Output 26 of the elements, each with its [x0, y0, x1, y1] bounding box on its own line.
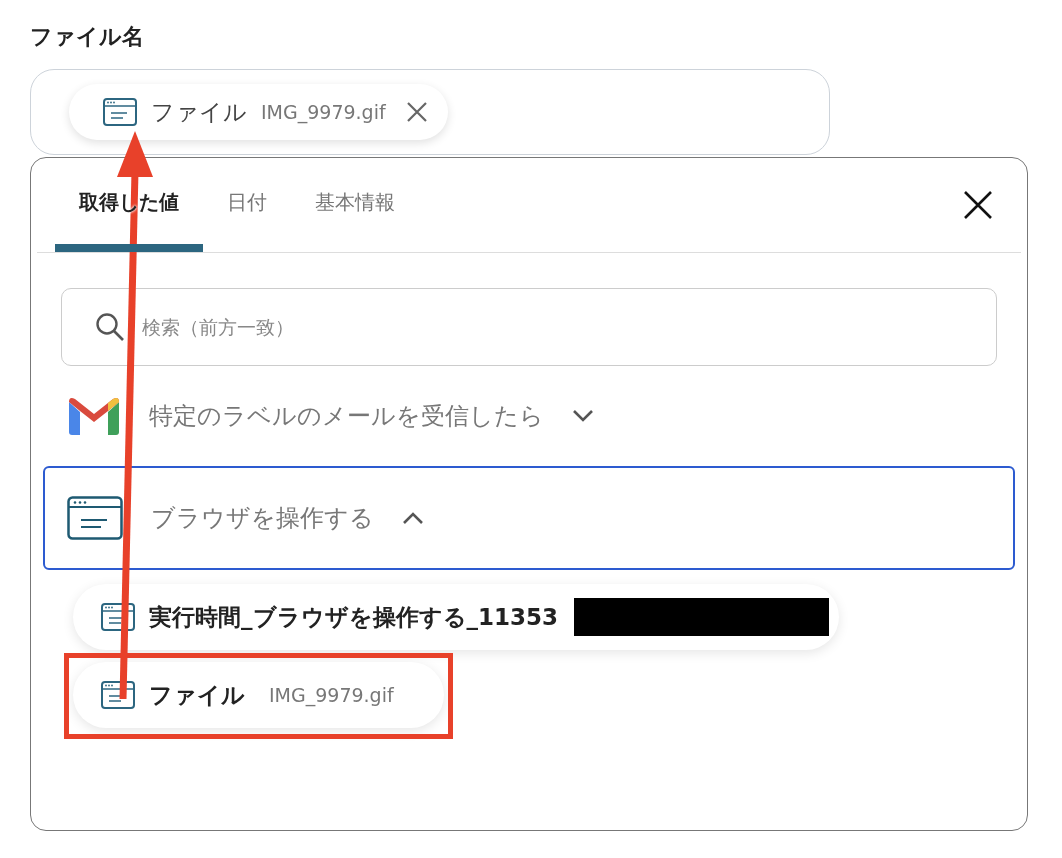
- browser-window-icon: [101, 603, 135, 631]
- search-field[interactable]: 検索（前方一致）: [61, 288, 997, 366]
- value-chip[interactable]: ファイル IMG_9979.gif: [69, 84, 448, 140]
- chip-value: IMG_9979.gif: [261, 101, 386, 123]
- group-title: 特定のラベルのメールを受信したら: [149, 401, 544, 432]
- chip-name: ファイル: [151, 97, 247, 127]
- group-title: ブラウザを操作する: [151, 503, 374, 534]
- envelope-m-icon: [67, 396, 121, 436]
- item-name: 実行時間_ブラウザを操作する_11353: [149, 602, 559, 632]
- value-list-item[interactable]: ファイル IMG_9979.gif: [73, 662, 444, 728]
- chevron-up-icon: [402, 511, 424, 525]
- close-icon[interactable]: [963, 190, 993, 220]
- file-name-field[interactable]: ファイル IMG_9979.gif: [30, 69, 830, 155]
- tab[interactable]: 日付: [203, 158, 291, 252]
- group-header[interactable]: 特定のラベルのメールを受信したら: [43, 366, 1015, 466]
- group-header[interactable]: ブラウザを操作する: [43, 466, 1015, 570]
- item-value: IMG_9979.gif: [269, 684, 394, 706]
- chevron-down-icon: [572, 409, 594, 423]
- browser-window-icon: [67, 496, 123, 540]
- browser-window-icon: [101, 681, 135, 709]
- tab[interactable]: 基本情報: [291, 158, 419, 252]
- field-label: ファイル名: [30, 23, 145, 51]
- browser-window-icon: [103, 98, 137, 126]
- remove-icon[interactable]: [405, 101, 428, 123]
- item-name: ファイル: [149, 680, 245, 710]
- value-list-item[interactable]: 実行時間_ブラウザを操作する_11353: [73, 584, 840, 650]
